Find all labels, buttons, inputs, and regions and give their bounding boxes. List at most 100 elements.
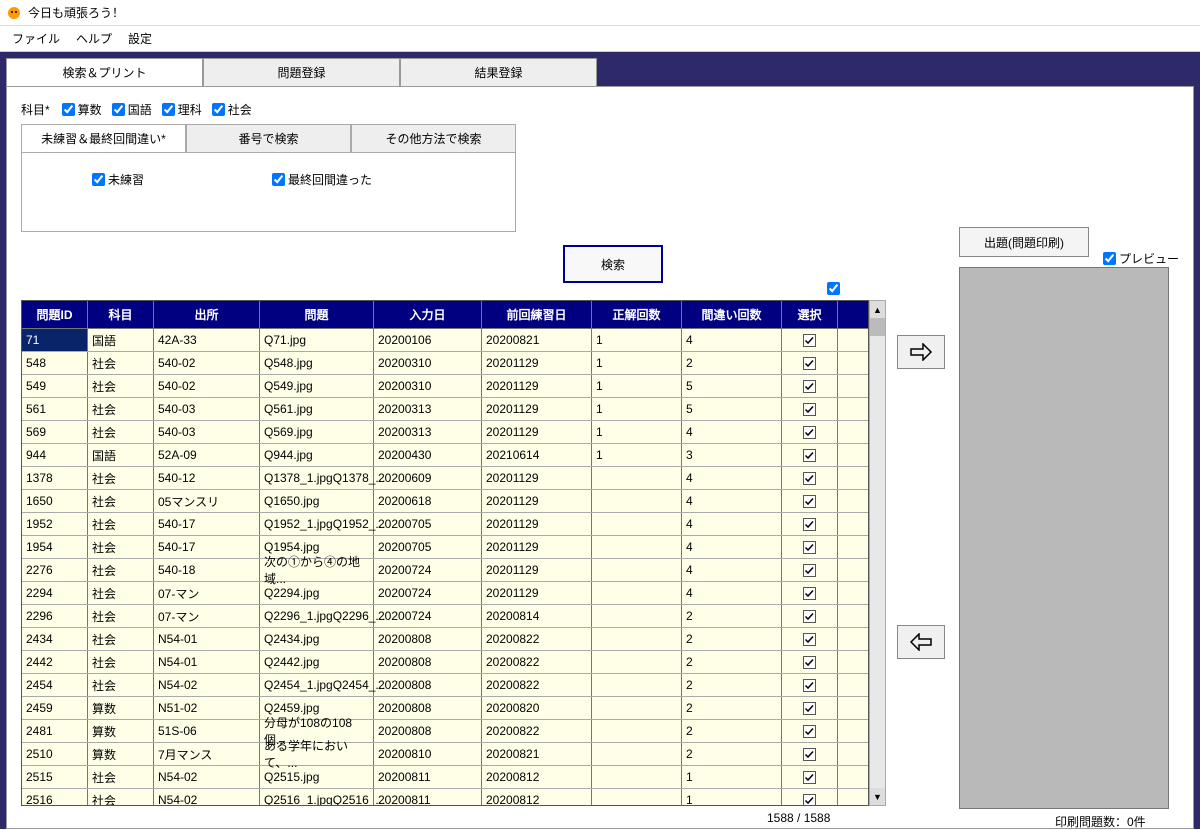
cell-question: Q2454_1.jpgQ2454_... <box>260 674 374 696</box>
cell-select[interactable] <box>782 697 838 719</box>
col-input-date[interactable]: 入力日 <box>374 301 482 328</box>
table-row[interactable]: 2516社会N54-02Q2516_1.jpgQ2516_...20200811… <box>22 789 868 806</box>
table-scrollbar[interactable]: ▲ ▼ <box>869 300 886 806</box>
cell-last-practice: 20201129 <box>482 467 592 489</box>
col-select[interactable]: 選択 <box>782 301 838 328</box>
checkbox-last-wrong[interactable]: 最終回間違った <box>272 171 372 188</box>
cell-wrong: 3 <box>682 444 782 466</box>
table-row[interactable]: 2276社会540-18次の①から④の地域...2020072420201129… <box>22 559 868 582</box>
cell-question: Q569.jpg <box>260 421 374 443</box>
cell-wrong: 2 <box>682 697 782 719</box>
cell-select[interactable] <box>782 766 838 788</box>
cell-select[interactable] <box>782 720 838 742</box>
cell-select[interactable] <box>782 605 838 627</box>
cell-select[interactable] <box>782 467 838 489</box>
cell-select[interactable] <box>782 398 838 420</box>
checkbox-japanese[interactable]: 国語 <box>112 101 152 118</box>
table-row[interactable]: 1954社会540-17Q1954.jpg20200705202011294 <box>22 536 868 559</box>
col-question[interactable]: 問題 <box>260 301 374 328</box>
cell-correct <box>592 490 682 512</box>
cell-correct <box>592 536 682 558</box>
subtab-by-number[interactable]: 番号で検索 <box>186 124 351 152</box>
col-id[interactable]: 問題ID <box>22 301 88 328</box>
cell-select[interactable] <box>782 651 838 673</box>
table-row[interactable]: 1378社会540-12Q1378_1.jpgQ1378_...20200609… <box>22 467 868 490</box>
table-row[interactable]: 561社会540-03Q561.jpg202003132020112915 <box>22 398 868 421</box>
cell-select[interactable] <box>782 674 838 696</box>
cell-select[interactable] <box>782 421 838 443</box>
results-table: 問題ID 科目 出所 問題 入力日 前回練習日 正解回数 間違い回数 選択 71… <box>21 300 869 806</box>
table-row[interactable]: 2296社会07-マンQ2296_1.jpgQ2296_...202007242… <box>22 605 868 628</box>
checkbox-science[interactable]: 理科 <box>162 101 202 118</box>
col-correct[interactable]: 正解回数 <box>592 301 682 328</box>
table-row[interactable]: 548社会540-02Q548.jpg202003102020112912 <box>22 352 868 375</box>
cell-correct <box>592 720 682 742</box>
subtab-other[interactable]: その他方法で検索 <box>351 124 516 152</box>
checkbox-math[interactable]: 算数 <box>62 101 102 118</box>
move-right-button[interactable] <box>897 335 945 369</box>
print-button[interactable]: 出題(問題印刷) <box>959 227 1089 257</box>
cell-question: Q1952_1.jpgQ1952_... <box>260 513 374 535</box>
table-row[interactable]: 569社会540-03Q569.jpg202003132020112914 <box>22 421 868 444</box>
cell-wrong: 4 <box>682 421 782 443</box>
cell-wrong: 2 <box>682 628 782 650</box>
cell-select[interactable] <box>782 329 838 351</box>
arrow-left-icon <box>909 633 933 651</box>
cell-source: 07-マン <box>154 582 260 604</box>
table-row[interactable]: 1650社会05マンスリQ1650.jpg20200618202011294 <box>22 490 868 513</box>
cell-subject: 国語 <box>88 329 154 351</box>
table-row[interactable]: 2294社会07-マンQ2294.jpg20200724202011294 <box>22 582 868 605</box>
table-row[interactable]: 2481算数51S-06分母が108の108個...20200808202008… <box>22 720 868 743</box>
scroll-down-icon[interactable]: ▼ <box>870 788 885 805</box>
cell-select[interactable] <box>782 559 838 581</box>
table-row[interactable]: 2459算数N51-02Q2459.jpg20200808202008202 <box>22 697 868 720</box>
search-button[interactable]: 検索 <box>563 245 663 283</box>
table-row[interactable]: 2442社会N54-01Q2442.jpg20200808202008222 <box>22 651 868 674</box>
menu-file[interactable]: ファイル <box>12 30 60 47</box>
subtab-unpracticed[interactable]: 未練習＆最終回間違い* <box>21 124 186 152</box>
table-row[interactable]: 2434社会N54-01Q2434.jpg20200808202008222 <box>22 628 868 651</box>
table-row[interactable]: 944国語52A-09Q944.jpg202004302021061413 <box>22 444 868 467</box>
cell-select[interactable] <box>782 789 838 806</box>
cell-select[interactable] <box>782 444 838 466</box>
select-all-checkbox[interactable] <box>827 282 840 295</box>
checkbox-preview[interactable]: プレビュー <box>1103 250 1179 267</box>
cell-source: 52A-09 <box>154 444 260 466</box>
cell-select[interactable] <box>782 352 838 374</box>
record-counter: 1588 / 1588 <box>767 811 830 825</box>
table-row[interactable]: 2454社会N54-02Q2454_1.jpgQ2454_...20200808… <box>22 674 868 697</box>
cell-select[interactable] <box>782 628 838 650</box>
menu-help[interactable]: ヘルプ <box>76 30 112 47</box>
col-subject[interactable]: 科目 <box>88 301 154 328</box>
cell-select[interactable] <box>782 536 838 558</box>
cell-correct: 1 <box>592 421 682 443</box>
tab-search-print[interactable]: 検索＆プリント <box>6 58 203 86</box>
cell-select[interactable] <box>782 582 838 604</box>
checkbox-social[interactable]: 社会 <box>212 101 252 118</box>
cell-select[interactable] <box>782 513 838 535</box>
col-wrong[interactable]: 間違い回数 <box>682 301 782 328</box>
checkbox-unpracticed[interactable]: 未練習 <box>92 171 144 188</box>
cell-subject: 社会 <box>88 375 154 397</box>
cell-select[interactable] <box>782 743 838 765</box>
table-row[interactable]: 2510算数7月マンスある学年において、...20200810202008212 <box>22 743 868 766</box>
cell-source: N54-02 <box>154 766 260 788</box>
col-last-practice[interactable]: 前回練習日 <box>482 301 592 328</box>
cell-select[interactable] <box>782 375 838 397</box>
scroll-up-icon[interactable]: ▲ <box>870 301 885 318</box>
move-left-button[interactable] <box>897 625 945 659</box>
tab-register-question[interactable]: 問題登録 <box>203 58 400 86</box>
table-row[interactable]: 2515社会N54-02Q2515.jpg20200811202008121 <box>22 766 868 789</box>
cell-input-date: 20200705 <box>374 536 482 558</box>
table-row[interactable]: 549社会540-02Q549.jpg202003102020112915 <box>22 375 868 398</box>
tab-register-result[interactable]: 結果登録 <box>400 58 597 86</box>
menu-settings[interactable]: 設定 <box>128 30 152 47</box>
scroll-thumb[interactable] <box>870 318 885 336</box>
col-source[interactable]: 出所 <box>154 301 260 328</box>
cell-correct <box>592 766 682 788</box>
cell-input-date: 20200808 <box>374 674 482 696</box>
cell-select[interactable] <box>782 490 838 512</box>
table-row[interactable]: 71国語42A-33Q71.jpg202001062020082114 <box>22 329 868 352</box>
table-row[interactable]: 1952社会540-17Q1952_1.jpgQ1952_...20200705… <box>22 513 868 536</box>
cell-last-practice: 20201129 <box>482 582 592 604</box>
